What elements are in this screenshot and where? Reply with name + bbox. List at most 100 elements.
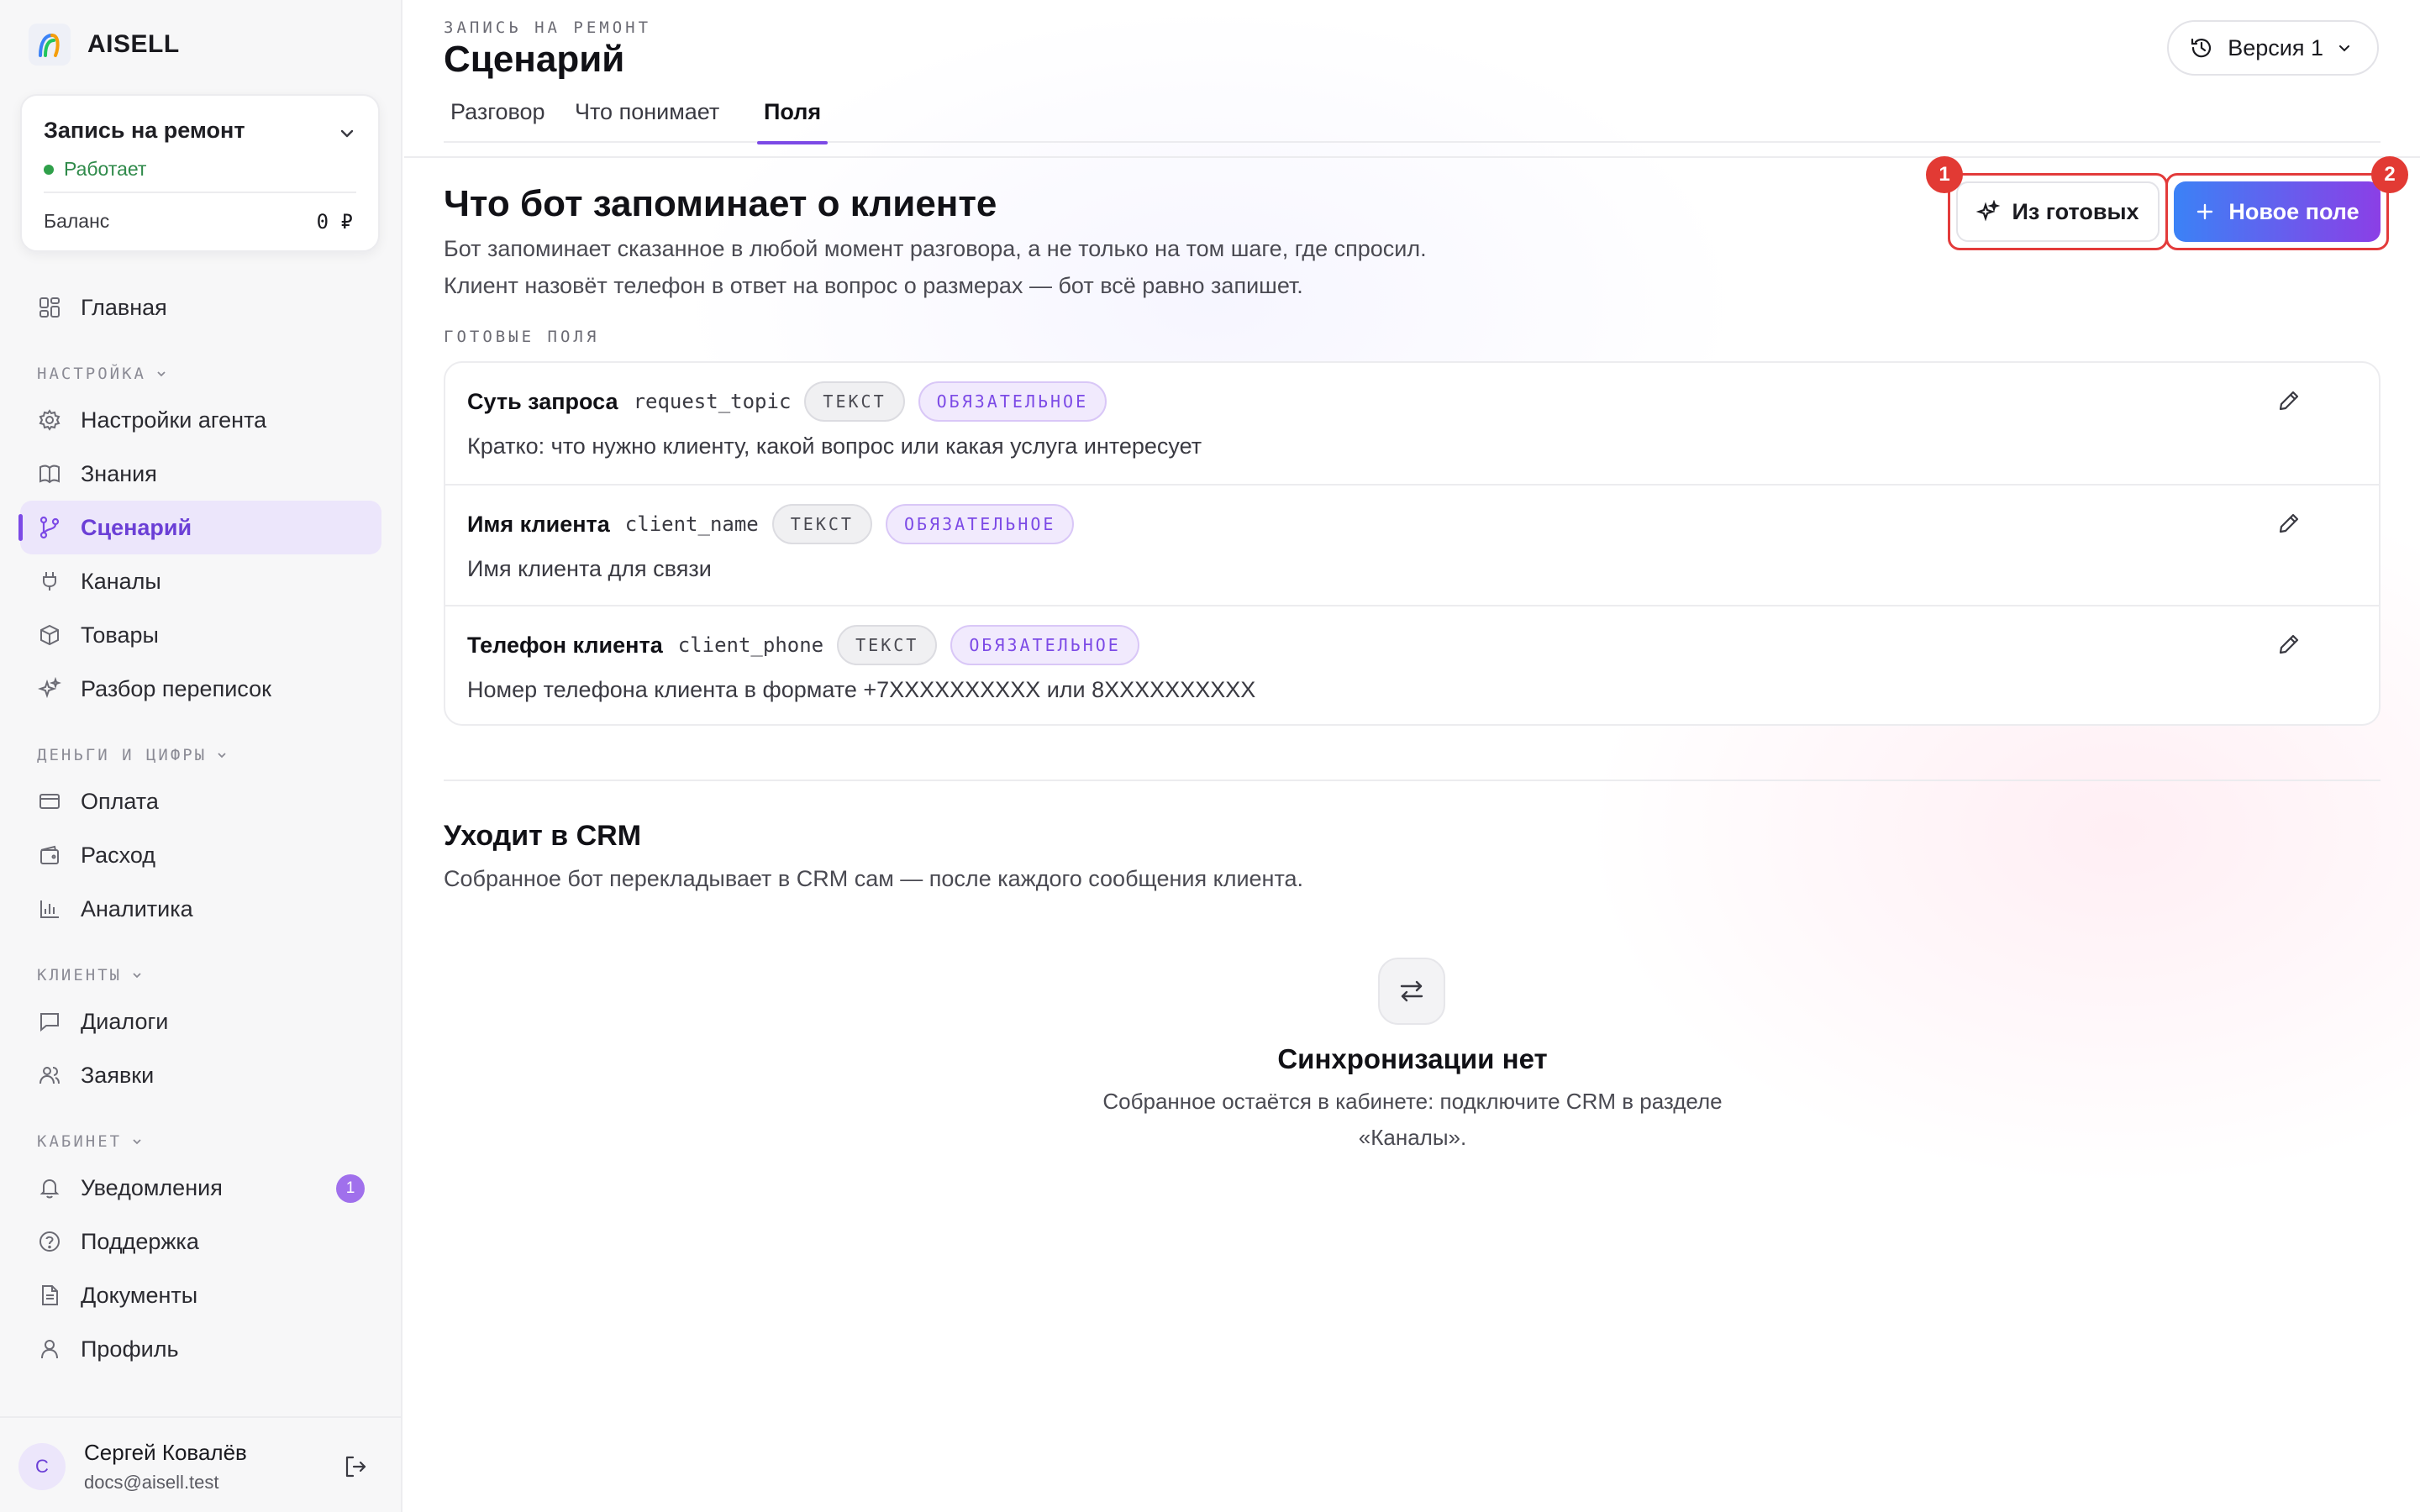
nav-section-settings[interactable]: НАСТРОЙКА: [37, 365, 168, 383]
book-icon: [37, 461, 62, 486]
sidebar-item-expense[interactable]: Расход: [20, 828, 381, 882]
status-dot-icon: [44, 164, 54, 175]
field-row[interactable]: Суть запроса request_topic ТЕКСТ ОБЯЗАТЕ…: [445, 363, 2379, 484]
version-selector[interactable]: Версия 1: [2167, 20, 2379, 76]
sidebar-item-label: Оплата: [81, 788, 159, 814]
project-selector[interactable]: Запись на ремонт Работает Баланс 0 ₽: [20, 94, 380, 252]
box-icon: [37, 622, 62, 648]
section-label: НАСТРОЙКА: [37, 365, 146, 383]
required-badge: ОБЯЗАТЕЛЬНОЕ: [885, 504, 1075, 544]
aisell-logo-icon: [29, 24, 71, 66]
help-circle-icon: [37, 1229, 62, 1254]
field-name: Имя клиента: [467, 511, 610, 537]
type-badge: ТЕКСТ: [804, 381, 905, 422]
field-head: Суть запроса request_topic ТЕКСТ ОБЯЗАТЕ…: [467, 381, 1107, 422]
field-key: client_name: [624, 512, 759, 536]
message-icon: [37, 1009, 62, 1034]
project-status: Работает: [44, 158, 146, 181]
marker-2: 2: [2371, 156, 2408, 193]
bell-icon: [37, 1175, 62, 1200]
empty-state-title: Синхронизации нет: [1277, 1043, 1548, 1074]
sidebar-item-analytics[interactable]: Аналитика: [20, 882, 381, 936]
sidebar-item-products[interactable]: Товары: [20, 608, 381, 662]
pencil-icon[interactable]: [2276, 388, 2302, 417]
swap-arrows-icon: [1378, 958, 1445, 1025]
user-email: docs@aisell.test: [84, 1472, 219, 1493]
field-row[interactable]: Телефон клиента client_phone ТЕКСТ ОБЯЗА…: [445, 605, 2379, 724]
sidebar-item-label: Настройки агента: [81, 407, 267, 433]
git-branch-icon: [37, 515, 62, 540]
field-description: Имя клиента для связи: [467, 556, 712, 581]
page-title: Сценарий: [444, 39, 625, 80]
sidebar-item-label: Документы: [81, 1282, 198, 1308]
sidebar-item-channels[interactable]: Каналы: [20, 554, 381, 608]
type-badge: ТЕКСТ: [837, 625, 938, 665]
chevron-down-icon: [218, 753, 226, 759]
field-description: Кратко: что нужно клиенту, какой вопрос …: [467, 433, 1202, 459]
sidebar-item-label: Уведомления: [81, 1174, 223, 1200]
history-icon: [2191, 38, 2212, 58]
sidebar-item-label: Профиль: [81, 1336, 179, 1362]
sidebar-item-analysis[interactable]: Разбор переписок: [20, 662, 381, 716]
version-label: Версия 1: [2228, 34, 2323, 60]
main-content: ЗАПИСЬ НА РЕМОНТ Сценарий Версия 1 Разго…: [404, 0, 2420, 1512]
tab-understands[interactable]: Что понимает: [575, 99, 719, 143]
plug-icon: [37, 569, 62, 594]
sidebar-item-profile[interactable]: Профиль: [20, 1322, 381, 1376]
pencil-icon[interactable]: [2276, 632, 2302, 661]
pencil-icon[interactable]: [2276, 511, 2302, 540]
sidebar-item-label: Диалоги: [81, 1008, 169, 1034]
sidebar-item-notifications[interactable]: Уведомления 1: [20, 1161, 381, 1215]
sidebar-item-support[interactable]: Поддержка: [20, 1215, 381, 1268]
sidebar: AISELL Запись на ремонт Работает Баланс …: [0, 0, 402, 1512]
logout-icon[interactable]: [342, 1453, 369, 1484]
highlight-box-2: [2165, 173, 2389, 250]
memory-desc-line2: Клиент назовёт телефон в ответ на вопрос…: [444, 273, 1303, 298]
field-description: Номер телефона клиента в формате +7XXXXX…: [467, 677, 1256, 702]
ready-fields-label: ГОТОВЫЕ ПОЛЯ: [444, 328, 600, 346]
sidebar-item-label: Знания: [81, 460, 157, 486]
notification-count-badge: 1: [336, 1174, 365, 1203]
memory-section-title: Что бот запоминает о клиенте: [444, 183, 997, 224]
balance-value: 0 ₽: [316, 210, 353, 234]
sidebar-item-label: Сценарий: [81, 514, 192, 540]
sidebar-item-requests[interactable]: Заявки: [20, 1048, 381, 1102]
sidebar-item-label: Товары: [81, 622, 159, 648]
brand[interactable]: AISELL: [29, 24, 180, 66]
chevron-down-icon: [157, 371, 166, 377]
sidebar-item-label: Заявки: [81, 1062, 155, 1088]
sidebar-item-scenario[interactable]: Сценарий: [18, 501, 381, 554]
grid-icon: [37, 295, 62, 320]
crm-section-title: Уходит в CRM: [444, 820, 642, 852]
required-badge: ОБЯЗАТЕЛЬНОЕ: [950, 625, 1139, 665]
sidebar-item-payment[interactable]: Оплата: [20, 774, 381, 828]
field-name: Телефон клиента: [467, 632, 663, 658]
empty-state-text: Собранное остаётся в кабинете: подключит…: [1102, 1089, 1723, 1150]
tab-fields[interactable]: Поля: [756, 99, 829, 144]
tab-conversation[interactable]: Разговор: [450, 99, 545, 143]
nav-section-money[interactable]: ДЕНЬГИ И ЦИФРЫ: [37, 746, 229, 764]
field-key: request_topic: [633, 390, 792, 413]
nav-section-cabinet[interactable]: КАБИНЕТ: [37, 1132, 144, 1151]
required-badge: ОБЯЗАТЕЛЬНОЕ: [918, 381, 1107, 422]
sidebar-item-home[interactable]: Главная: [20, 281, 381, 334]
highlight-box-1: [1948, 173, 2168, 250]
sparkles-icon: [37, 676, 62, 701]
sidebar-item-dialogs[interactable]: Диалоги: [20, 995, 381, 1048]
field-row[interactable]: Имя клиента client_name ТЕКСТ ОБЯЗАТЕЛЬН…: [445, 484, 2379, 605]
sidebar-item-documents[interactable]: Документы: [20, 1268, 381, 1322]
user-name: Сергей Ковалёв: [84, 1440, 247, 1465]
divider: [44, 192, 356, 193]
sidebar-item-label: Каналы: [81, 568, 161, 594]
section-label: ДЕНЬГИ И ЦИФРЫ: [37, 746, 208, 764]
sidebar-item-knowledge[interactable]: Знания: [20, 447, 381, 501]
sidebar-item-label: Разбор переписок: [81, 675, 271, 701]
chevron-down-icon[interactable]: [338, 124, 356, 147]
nav-section-clients[interactable]: КЛИЕНТЫ: [37, 966, 144, 984]
sidebar-item-label: Поддержка: [81, 1228, 199, 1254]
sidebar-item-label: Расход: [81, 842, 156, 868]
field-head: Телефон клиента client_phone ТЕКСТ ОБЯЗА…: [467, 625, 1139, 665]
sidebar-item-agent-settings[interactable]: Настройки агента: [20, 393, 381, 447]
field-name: Суть запроса: [467, 388, 618, 414]
avatar[interactable]: С: [18, 1443, 66, 1490]
